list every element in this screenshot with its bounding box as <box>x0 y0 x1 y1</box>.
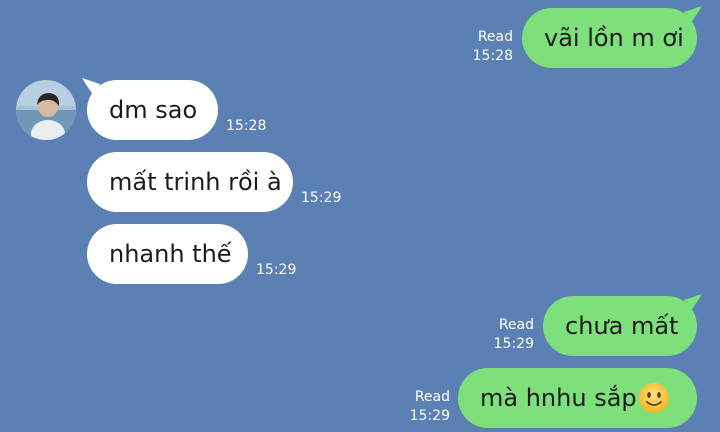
message-bubble-outgoing[interactable]: chưa mất <box>543 296 697 356</box>
read-receipt: Read <box>414 389 450 405</box>
read-receipt: Read <box>498 317 534 333</box>
message-time: 15:29 <box>301 190 342 206</box>
message-bubble-incoming[interactable]: dm sao <box>87 80 218 140</box>
message-time: 15:29 <box>256 262 297 278</box>
message-bubble-incoming[interactable]: mất trinh rồi à <box>87 152 293 212</box>
message-time: 15:28 <box>226 118 267 134</box>
message-1-meta: Read 15:28 <box>473 28 513 66</box>
message-6-meta: Read 15:29 <box>410 388 450 426</box>
contact-avatar-icon <box>16 80 76 140</box>
message-text: dm sao <box>109 96 198 124</box>
contact-avatar[interactable] <box>16 80 76 140</box>
message-bubble-incoming[interactable]: nhanh thế <box>87 224 248 284</box>
message-text: mất trinh rồi à <box>109 168 282 196</box>
message-time: 15:29 <box>493 336 534 352</box>
message-time: 15:29 <box>409 408 450 424</box>
message-text: chưa mất <box>565 312 679 340</box>
message-text: nhanh thế <box>109 240 232 268</box>
message-bubble-outgoing[interactable]: mà hnhu sắp <box>458 368 697 428</box>
slightly-smiling-face-icon <box>638 383 669 413</box>
message-text: vãi lồn m ơi <box>544 24 684 52</box>
message-5-meta: Read 15:29 <box>494 316 534 354</box>
message-bubble-outgoing[interactable]: vãi lồn m ơi <box>522 8 697 68</box>
message-text: mà hnhu sắp <box>480 384 637 412</box>
message-time: 15:28 <box>472 48 513 64</box>
read-receipt: Read <box>477 29 513 45</box>
